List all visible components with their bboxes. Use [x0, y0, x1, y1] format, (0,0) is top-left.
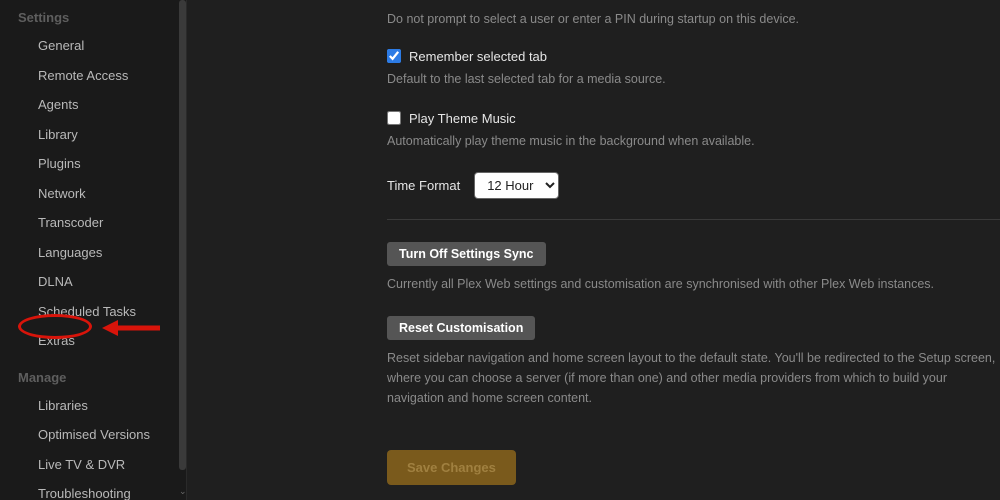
theme-music-checkbox[interactable] [387, 111, 401, 125]
sidebar-item-troubleshooting[interactable]: Troubleshooting [0, 479, 186, 500]
theme-music-label: Play Theme Music [409, 111, 516, 126]
time-format-select[interactable]: 12 Hour [474, 172, 559, 199]
reset-description: Reset sidebar navigation and home screen… [387, 348, 1000, 408]
divider [387, 219, 1000, 220]
theme-music-row[interactable]: Play Theme Music [387, 111, 1000, 126]
sidebar-item-plugins[interactable]: Plugins [0, 149, 186, 179]
sidebar-item-live-tv-dvr[interactable]: Live TV & DVR [0, 450, 186, 480]
main-content: Do not prompt to select a user or enter … [187, 0, 1000, 500]
sidebar: Settings General Remote Access Agents Li… [0, 0, 187, 500]
pin-description: Do not prompt to select a user or enter … [387, 10, 1000, 29]
sidebar-item-remote-access[interactable]: Remote Access [0, 61, 186, 91]
chevron-down-icon[interactable]: ⌄ [179, 486, 186, 496]
sync-description: Currently all Plex Web settings and cust… [387, 274, 1000, 294]
scrollbar-thumb[interactable] [179, 0, 186, 470]
scrollbar-track[interactable]: ⌄ [179, 0, 186, 500]
sidebar-section-settings: Settings [0, 6, 186, 31]
turn-off-sync-button[interactable]: Turn Off Settings Sync [387, 242, 546, 266]
sidebar-item-languages[interactable]: Languages [0, 238, 186, 268]
time-format-label: Time Format [387, 178, 460, 193]
sidebar-item-agents[interactable]: Agents [0, 90, 186, 120]
sidebar-item-scheduled-tasks[interactable]: Scheduled Tasks [0, 297, 186, 327]
theme-music-description: Automatically play theme music in the ba… [387, 132, 1000, 151]
sidebar-item-optimised-versions[interactable]: Optimised Versions [0, 420, 186, 450]
remember-tab-row[interactable]: Remember selected tab [387, 49, 1000, 64]
remember-tab-description: Default to the last selected tab for a m… [387, 70, 1000, 89]
sidebar-item-dlna[interactable]: DLNA [0, 267, 186, 297]
sidebar-item-general[interactable]: General [0, 31, 186, 61]
sidebar-item-network[interactable]: Network [0, 179, 186, 209]
sidebar-item-library[interactable]: Library [0, 120, 186, 150]
sidebar-item-libraries[interactable]: Libraries [0, 391, 186, 421]
sidebar-section-manage: Manage [0, 366, 186, 391]
reset-customisation-button[interactable]: Reset Customisation [387, 316, 535, 340]
sidebar-item-extras[interactable]: Extras [0, 326, 186, 356]
remember-tab-label: Remember selected tab [409, 49, 547, 64]
sidebar-item-transcoder[interactable]: Transcoder [0, 208, 186, 238]
remember-tab-checkbox[interactable] [387, 49, 401, 63]
save-changes-button[interactable]: Save Changes [387, 450, 516, 485]
